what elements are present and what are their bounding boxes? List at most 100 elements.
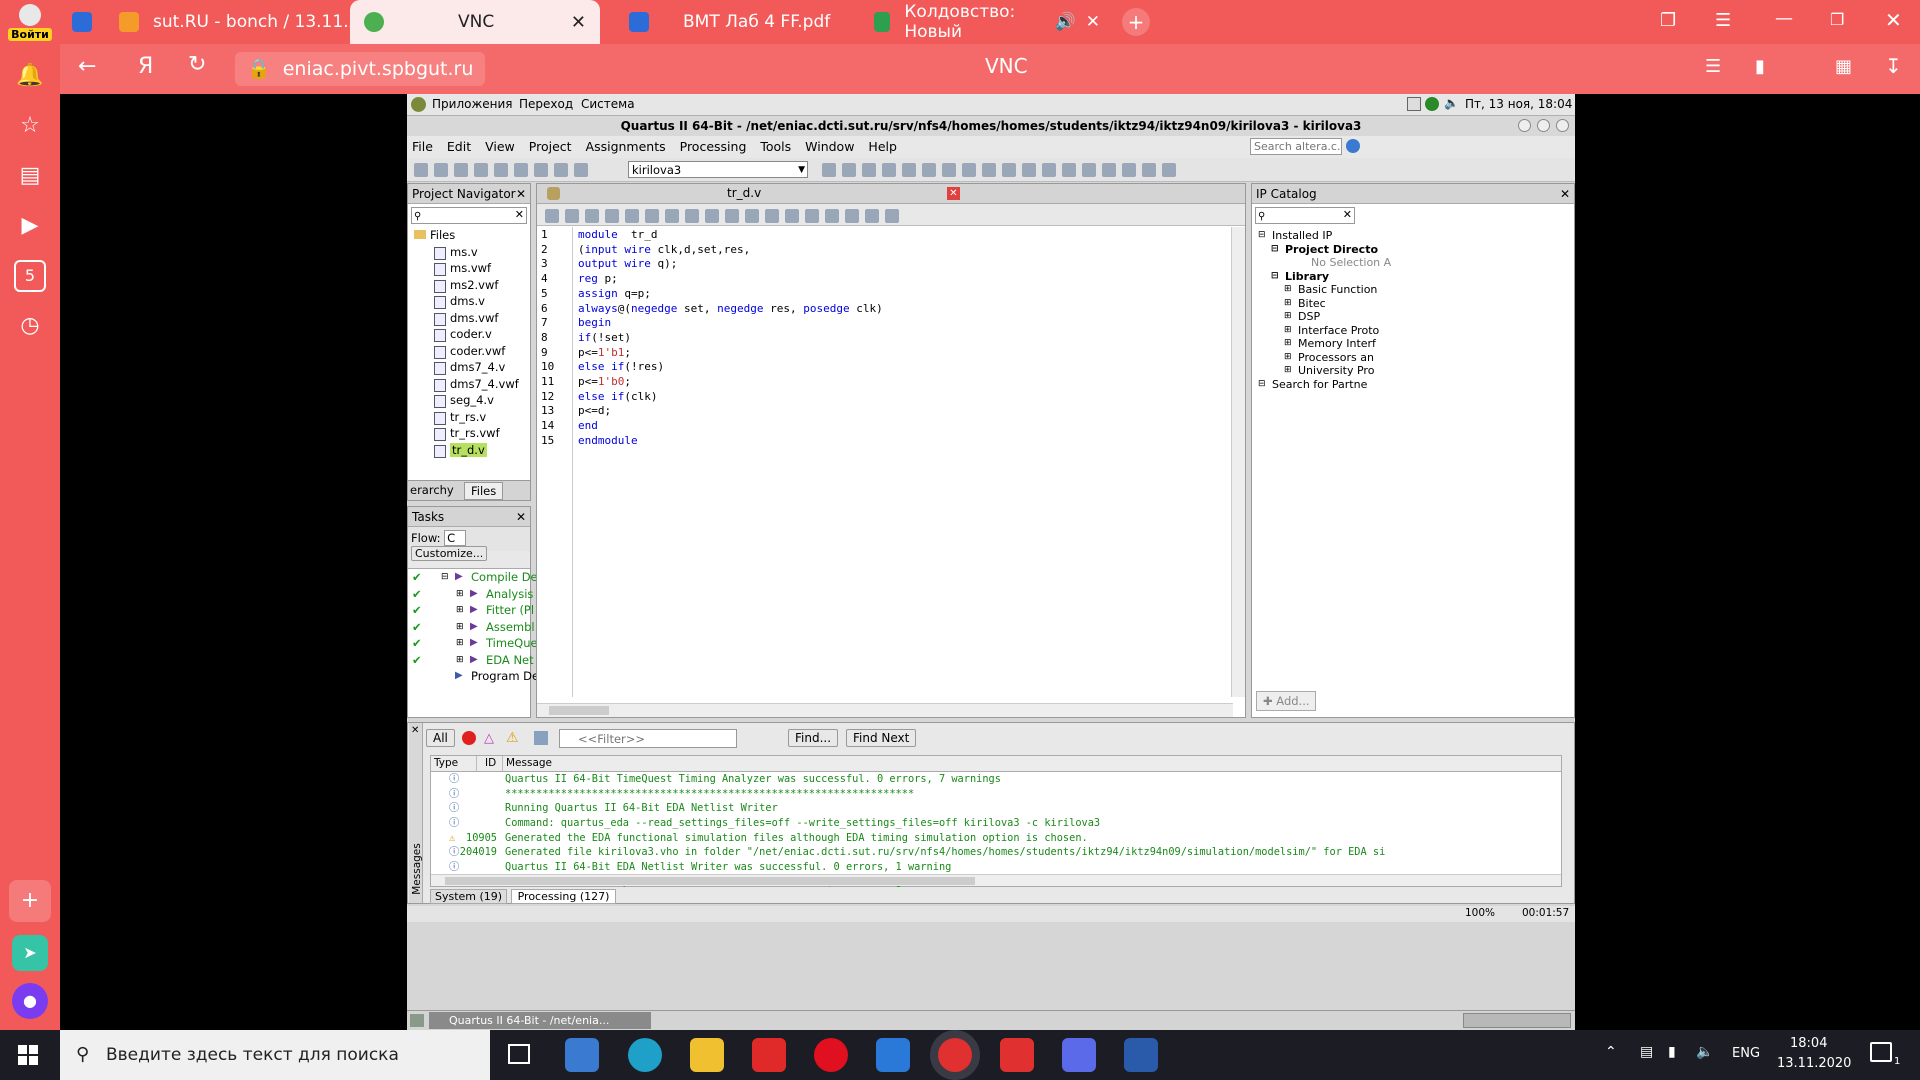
close-icon[interactable]: ✕ [571, 12, 586, 33]
bookmark-prev-icon[interactable] [705, 209, 719, 223]
notifications-icon[interactable] [1870, 1042, 1892, 1062]
menu-help[interactable]: Help [868, 139, 897, 154]
login-label[interactable]: Войти [8, 28, 52, 41]
tab-mail[interactable] [60, 0, 105, 44]
rtl-icon[interactable] [982, 163, 996, 177]
wrap-icon[interactable] [825, 209, 839, 223]
goto-icon[interactable] [605, 209, 619, 223]
synthesis-icon[interactable] [862, 163, 876, 177]
tree-node-icon[interactable]: ⊟ [1271, 270, 1279, 283]
menu-view[interactable]: View [485, 139, 515, 154]
help-icon[interactable] [1162, 163, 1176, 177]
message-row[interactable]: ⓘ ***************************************… [431, 787, 1561, 802]
find-icon[interactable] [565, 209, 579, 223]
task-item[interactable]: ▶ Program De [408, 668, 539, 685]
bookmark-next-icon[interactable] [685, 209, 699, 223]
message-row[interactable]: ⚠ 10905 Generated the EDA functional simul… [431, 831, 1561, 846]
gnome-menu-apps[interactable]: Приложения [432, 97, 513, 111]
task-item[interactable]: ✔ ⊞ ▶ Assembl [408, 619, 535, 636]
code-line[interactable]: assign q=p; [578, 287, 1228, 302]
split-icon[interactable] [845, 209, 859, 223]
back-icon[interactable]: ← [78, 54, 96, 79]
find-next-button[interactable]: Find Next [846, 729, 917, 747]
ip-tree-item[interactable]: No Selection A [1252, 256, 1574, 270]
reload-icon[interactable]: ↻ [188, 52, 206, 77]
ip-tree-item[interactable]: ⊞ Bitec [1252, 297, 1574, 311]
store-icon[interactable] [565, 1038, 599, 1072]
tree-node-icon[interactable]: ⊟ [1258, 378, 1266, 391]
code-line[interactable]: reg p; [578, 272, 1228, 287]
gnome-menu-go[interactable]: Переход [519, 97, 573, 111]
code-line[interactable]: endmodule [578, 434, 1228, 449]
expand-icon[interactable]: ⊞ [1284, 324, 1292, 337]
code-line[interactable]: if(!set) [578, 331, 1228, 346]
mail-icon[interactable] [876, 1038, 910, 1072]
project-combo[interactable]: kirilova3 ▼ [628, 161, 808, 178]
menu-assignments[interactable]: Assignments [586, 139, 666, 154]
ip-tree-item[interactable]: ⊞ Processors an [1252, 351, 1574, 365]
add-panel-icon[interactable]: + [9, 880, 51, 922]
message-row[interactable]: ⓘ Command: quartus_eda --read_settings_fi… [431, 816, 1561, 831]
netlist-icon[interactable] [942, 163, 956, 177]
qsys-icon[interactable] [1122, 163, 1136, 177]
profile-avatar[interactable]: Войти [8, 4, 52, 44]
menu-window[interactable]: Window [805, 139, 854, 154]
find-button[interactable]: Find... [788, 729, 839, 747]
task-item[interactable]: ✔ ⊞ ▶ Analysis [408, 586, 533, 603]
protect-icon[interactable]: ▦ [1835, 56, 1852, 77]
edge-icon[interactable] [628, 1038, 662, 1072]
cut-icon[interactable] [494, 163, 508, 177]
download-icon[interactable]: ↧ [1885, 54, 1902, 78]
ip-tree-item[interactable]: ⊞ Basic Function [1252, 283, 1574, 297]
task-item[interactable]: ✔ ⊞ ▶ EDA Net [408, 652, 534, 669]
tab-processing[interactable]: Processing (127) [510, 889, 617, 904]
ip-tree-item[interactable]: ⊟ Installed IP [1252, 229, 1574, 243]
volume-icon[interactable]: 🔈 [1444, 96, 1459, 110]
file-item[interactable]: tr_d.v [408, 442, 530, 459]
redo-icon[interactable] [574, 163, 588, 177]
menu-file[interactable]: File [412, 139, 433, 154]
file-item[interactable]: coder.v [408, 326, 530, 343]
expand-icon[interactable]: ⊞ [456, 586, 464, 602]
code-line[interactable]: p<=d; [578, 404, 1228, 419]
message-row[interactable]: ⓘ Quartus II 64-Bit EDA Netlist Writer wa… [431, 860, 1561, 875]
pin-planner-icon[interactable] [1062, 163, 1076, 177]
code-line[interactable]: end [578, 419, 1228, 434]
timing-icon[interactable] [922, 163, 936, 177]
expand-icon[interactable]: ⊞ [1284, 283, 1292, 296]
warning-filter-icon[interactable]: ⚠ [506, 730, 519, 746]
language-indicator[interactable]: ENG [1732, 1046, 1760, 1061]
code-line[interactable]: p<=1'b1; [578, 346, 1228, 361]
tab-pdf[interactable]: ВМТ Лаб 4 FF.pdf [615, 0, 885, 44]
close-window-icon[interactable]: ✕ [1885, 8, 1902, 32]
bookmark-clear-icon[interactable] [725, 209, 739, 223]
expand-icon[interactable]: ⊞ [1284, 364, 1292, 377]
collapse-icon[interactable] [885, 209, 899, 223]
expand-icon[interactable]: ⊞ [1284, 297, 1292, 310]
stop-icon[interactable] [1042, 163, 1056, 177]
critical-filter-icon[interactable]: △ [484, 731, 494, 746]
tree-node-icon[interactable]: ⊟ [1258, 229, 1266, 242]
error-filter-icon[interactable] [462, 731, 476, 745]
symbol-icon[interactable] [785, 209, 799, 223]
clock-time[interactable]: 18:04 [1790, 1036, 1827, 1051]
battery-icon[interactable]: ▮ [1668, 1044, 1676, 1060]
discord-icon[interactable] [1062, 1038, 1096, 1072]
globe-icon[interactable] [1346, 139, 1360, 153]
win-min-icon[interactable] [1518, 119, 1531, 132]
programmer-icon[interactable] [1102, 163, 1116, 177]
tab-koldovstvo[interactable]: Колдовство: Новый 🔊 ✕ [860, 0, 1100, 44]
expand-icon[interactable] [865, 209, 879, 223]
bookmark-icon[interactable]: ▮ [1755, 56, 1765, 77]
new-tab-button[interactable]: + [1122, 8, 1150, 36]
expand-icon[interactable]: ⊞ [1284, 337, 1292, 350]
close-icon[interactable]: ✕ [411, 725, 419, 736]
file-item[interactable]: ms2.vwf [408, 277, 530, 294]
code-line[interactable]: output wire q); [578, 257, 1228, 272]
history-icon[interactable]: ◷ [14, 310, 46, 342]
fitter-icon[interactable] [882, 163, 896, 177]
expand-icon[interactable]: ⊞ [1284, 310, 1292, 323]
file-item[interactable]: tr_rs.v [408, 409, 530, 426]
undo-icon[interactable] [554, 163, 568, 177]
message-filter-input[interactable] [559, 729, 737, 748]
